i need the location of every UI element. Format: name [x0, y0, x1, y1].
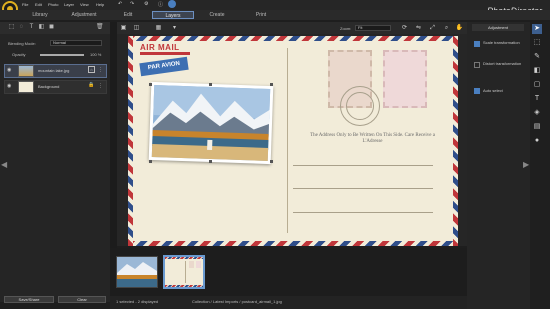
text-tool-icon[interactable]: T — [532, 94, 542, 104]
menu-edit[interactable]: Edit — [35, 2, 42, 7]
air-mail-underline — [140, 52, 190, 55]
transform-handle[interactable] — [209, 83, 212, 86]
menu-view[interactable]: View — [80, 2, 89, 7]
zoom-label: Zoom: — [340, 26, 352, 31]
collapse-right-icon[interactable]: ▶ — [523, 160, 529, 169]
magnifier-icon[interactable]: ⌕ — [442, 24, 451, 32]
account-icon[interactable] — [168, 0, 176, 8]
flip-icon[interactable]: ⇋ — [414, 24, 423, 32]
visibility-eye-icon[interactable]: ◉ — [7, 67, 11, 73]
opacity-label: Opacity — [12, 52, 26, 57]
tab-adjustment[interactable]: Adjustment — [65, 11, 103, 19]
brush-tool-icon[interactable]: ✎ — [532, 52, 542, 62]
distort-transformation-label: Distort transformation — [483, 61, 522, 66]
mask-icon[interactable]: ◼ — [48, 24, 55, 31]
undo-icon[interactable]: ↶ — [118, 1, 122, 7]
eraser-tool-icon[interactable]: ◧ — [532, 66, 542, 76]
collapse-left-icon[interactable]: ◀ — [1, 160, 7, 169]
transform-handle[interactable] — [149, 83, 152, 86]
clear-button[interactable]: Clear — [58, 296, 106, 303]
lasso-tool-icon[interactable]: ◌ — [18, 24, 25, 31]
stamp-placeholder-2 — [383, 50, 427, 108]
gradient-tool-icon[interactable]: ▤ — [532, 122, 542, 132]
chat-icon[interactable]: ▾ — [170, 24, 179, 32]
address-line — [293, 212, 433, 213]
compare-icon[interactable]: ◫ — [132, 24, 141, 32]
visibility-eye-icon[interactable]: ◉ — [7, 83, 11, 89]
auto-select-checkbox[interactable] — [474, 88, 480, 94]
select-tool-icon[interactable]: ⬚ — [8, 24, 15, 31]
layer-lock-icon[interactable]: ⌂ — [88, 66, 95, 73]
fill-tool-icon[interactable]: ◈ — [532, 108, 542, 118]
menu-layer[interactable]: Layer — [64, 2, 74, 7]
menu-photo[interactable]: Photo — [48, 2, 58, 7]
distort-transformation-checkbox[interactable] — [474, 62, 480, 68]
selection-tool-icon[interactable]: ⬚ — [532, 38, 542, 48]
scale-transformation-checkbox[interactable] — [474, 41, 480, 47]
save-share-button[interactable]: Save/Share — [4, 296, 54, 303]
airmail-border-left — [128, 36, 133, 246]
tab-edit[interactable]: Edit — [115, 11, 141, 19]
opacity-value: 100 % — [90, 52, 102, 57]
opacity-slider-fill — [40, 54, 84, 56]
delete-layer-icon[interactable]: 🗑 — [96, 24, 104, 31]
auto-select-label: Auto select — [483, 88, 503, 93]
airmail-border-bottom — [128, 241, 458, 246]
address-line — [293, 188, 433, 189]
layer-options-icon[interactable]: ⋮ — [98, 83, 103, 89]
fill-layer-icon[interactable]: ◧ — [38, 24, 45, 31]
filmstrip-thumbnail[interactable] — [116, 256, 158, 288]
scale-transformation-label: Scale transformation — [483, 40, 520, 45]
tab-library[interactable]: Library — [25, 11, 55, 19]
blending-mode-select[interactable]: Normal — [50, 40, 102, 46]
transform-handle[interactable] — [270, 160, 273, 163]
mountain-lake-photo-layer[interactable] — [148, 81, 274, 165]
status-bar — [110, 296, 470, 309]
address-line — [293, 165, 433, 166]
tab-create[interactable]: Create — [202, 11, 232, 19]
air-mail-text: AIR MAIL — [140, 43, 180, 52]
tab-layers[interactable]: Layers — [152, 11, 194, 19]
airmail-border-right — [453, 36, 458, 246]
hand-tool-icon[interactable]: ✋ — [455, 24, 464, 32]
redo-icon[interactable]: ↷ — [130, 1, 134, 7]
layer-lock-icon[interactable]: 🔒 — [88, 82, 95, 89]
shape-tool-icon[interactable]: ▢ — [532, 80, 542, 90]
zoom-to-fit-icon[interactable]: ⤢ — [428, 24, 437, 32]
layer-name: Background — [38, 84, 60, 89]
layer-thumbnail — [18, 81, 34, 93]
rotate-icon[interactable]: ⟳ — [400, 24, 409, 32]
text-layer-icon[interactable]: T — [28, 24, 35, 31]
menu-help[interactable]: Help — [96, 2, 104, 7]
layer-thumbnail — [18, 65, 34, 77]
info-icon[interactable]: ⓘ — [158, 1, 163, 8]
layers-panel-toolbar — [0, 22, 110, 34]
blending-mode-label: Blending Mode: — [8, 41, 36, 46]
adjustment-panel-header: Adjustment — [472, 24, 524, 31]
eyedropper-tool-icon[interactable]: ● — [532, 136, 542, 146]
settings-icon[interactable]: ⚙ — [144, 1, 148, 7]
zoom-select[interactable]: Fit — [355, 25, 391, 31]
grid-view-icon[interactable]: ▦ — [154, 24, 163, 32]
move-tool-icon[interactable]: ➤ — [532, 24, 542, 34]
file-path-status: Collection / Latest Imports / postcard_a… — [192, 299, 282, 304]
airmail-border-top — [128, 36, 458, 41]
menu-file[interactable]: File — [22, 2, 28, 7]
transform-handle[interactable] — [270, 83, 273, 86]
postcard-divider-line — [287, 48, 288, 233]
transform-handle[interactable] — [149, 160, 152, 163]
transform-handle[interactable] — [209, 160, 212, 163]
postmark-inner-circle — [346, 92, 374, 120]
layer-name: mountain lake.jpg — [38, 68, 70, 73]
selection-status: 1 selected - 2 displayed — [116, 299, 159, 304]
tab-print[interactable]: Print — [246, 11, 276, 19]
address-instruction-text: The Address Only to Be Written On This S… — [310, 133, 435, 144]
layer-options-icon[interactable]: ⋮ — [98, 67, 103, 73]
view-mode-icon[interactable]: ▣ — [119, 24, 128, 32]
filmstrip-thumbnail-selected[interactable] — [163, 255, 205, 289]
